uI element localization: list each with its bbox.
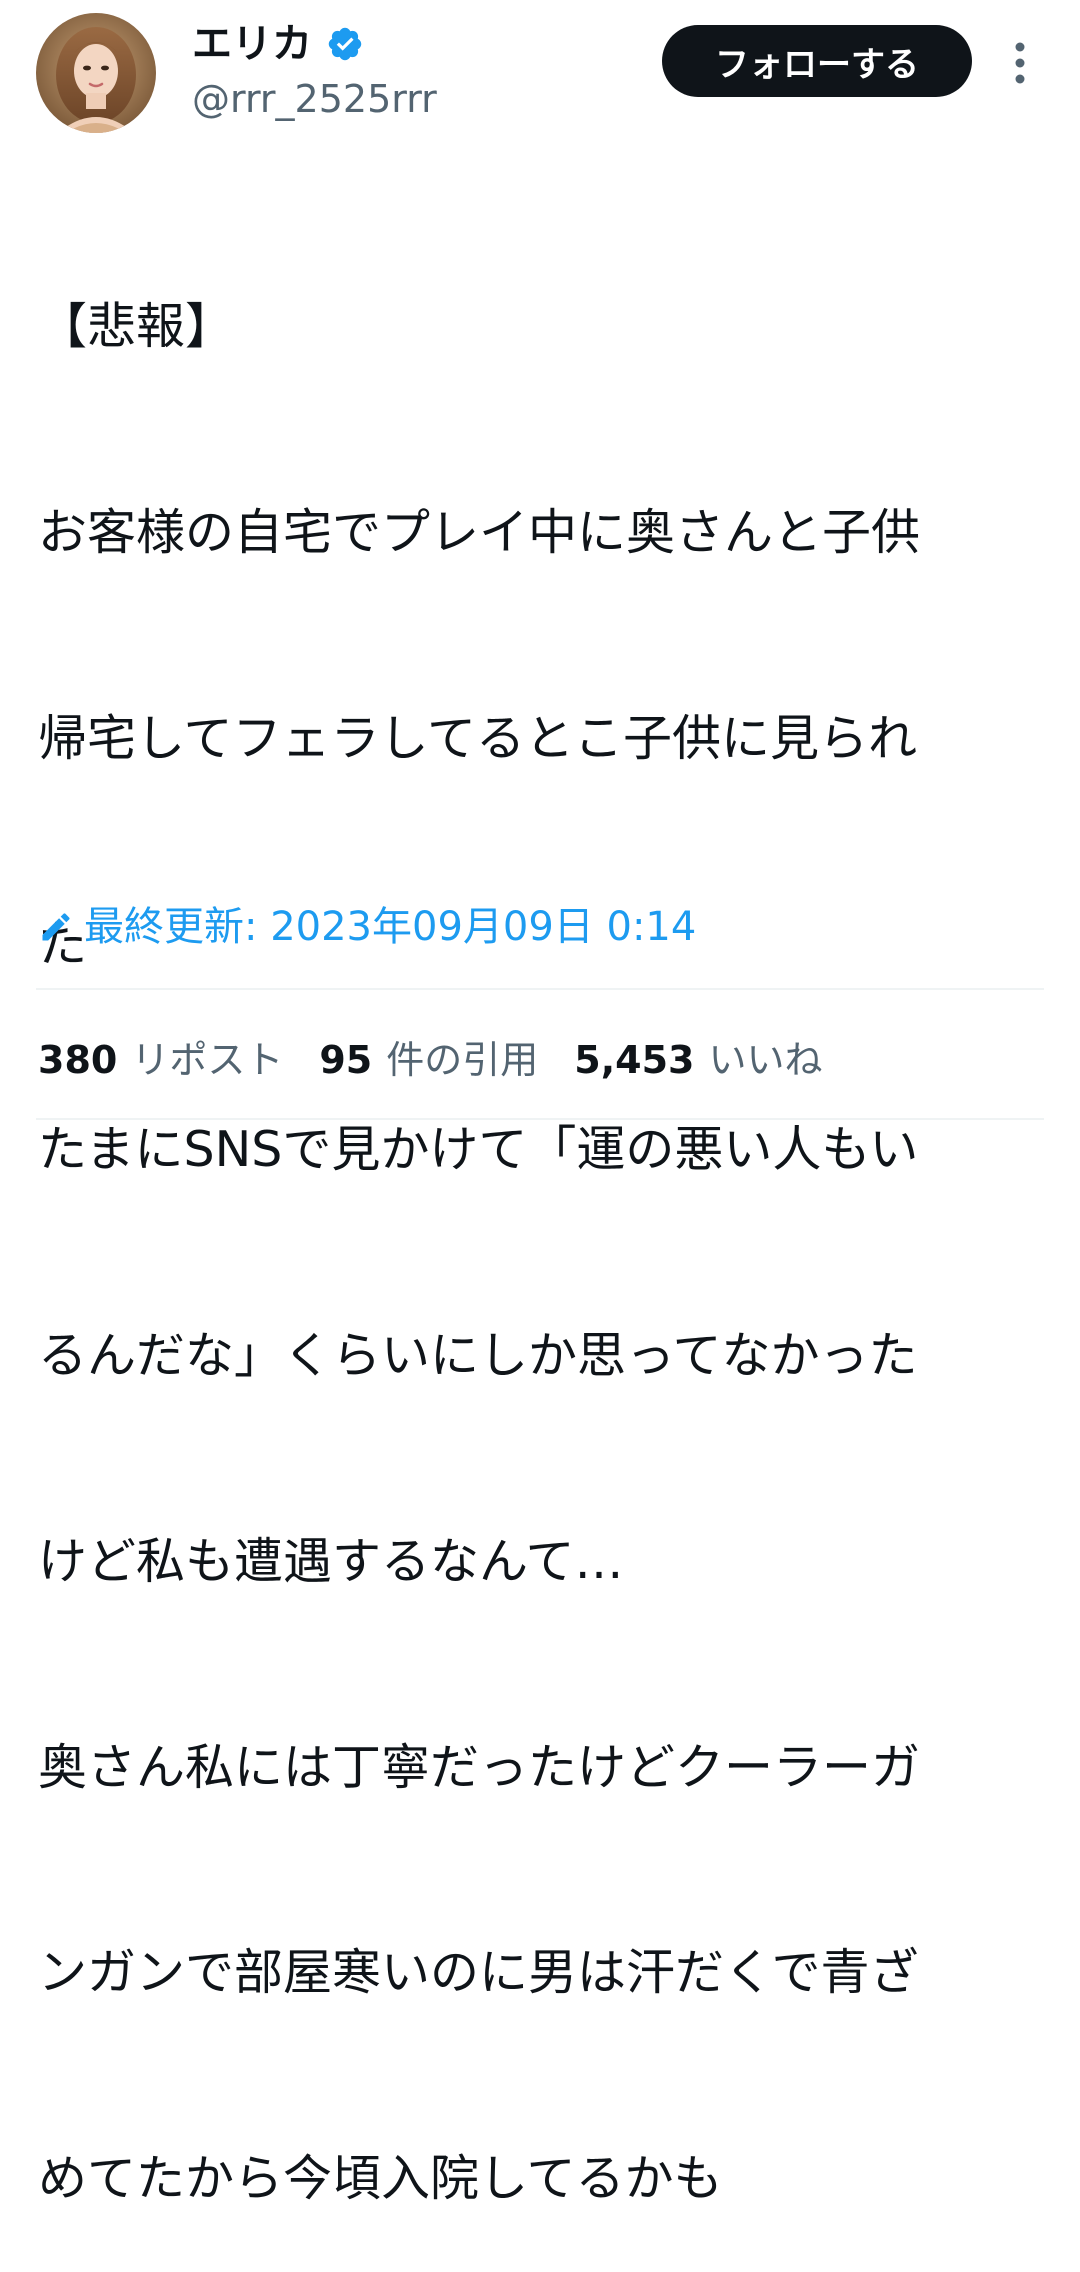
divider <box>36 1118 1044 1120</box>
quotes-stat[interactable]: 95 件の引用 <box>319 1029 538 1084</box>
edited-label: 最終更新: <box>84 904 271 950</box>
divider <box>36 988 1044 990</box>
display-name[interactable]: エリカ <box>192 18 312 70</box>
edited-timestamp: 2023年09月09日 0:14 <box>270 904 697 950</box>
tweet-text-line: めてたから今頃入院してるかも <box>38 2150 723 2208</box>
reposts-count: 380 <box>38 1037 118 1082</box>
more-options-button[interactable] <box>1002 38 1038 88</box>
tweet-text-line: 帰宅してフェラしてるとこ子供に見られ <box>38 709 918 767</box>
likes-label: いいね <box>708 1037 823 1082</box>
more-vertical-icon <box>1015 42 1025 84</box>
likes-count: 5,453 <box>574 1037 695 1082</box>
edit-history-link[interactable]: 最終更新: 2023年09月09日 0:14 <box>38 898 696 956</box>
follow-button[interactable]: フォローする <box>662 25 972 97</box>
quotes-count: 95 <box>319 1037 373 1082</box>
display-name-row: エリカ <box>192 18 364 70</box>
reposts-label: リポスト <box>131 1037 284 1082</box>
avatar[interactable] <box>36 13 156 133</box>
tweet-text-line: たまにSNSで見かけて「運の悪い人もい <box>38 1121 919 1179</box>
likes-stat[interactable]: 5,453 いいね <box>574 1029 822 1084</box>
tweet-text: 【悲報】 お客様の自宅でプレイ中に奥さんと子供 帰宅してフェラしてるとこ子供に見… <box>38 156 1048 2272</box>
tweet-text-line: お客様の自宅でプレイ中に奥さんと子供 <box>38 503 921 561</box>
tweet-text-line: ンガンで部屋寒いのに男は汗だくで青ざ <box>38 1944 919 2002</box>
tweet-header: エリカ @rrr_2525rrr フォローする <box>0 0 1080 140</box>
profile-photo <box>36 13 156 133</box>
tweet-text-line: 奥さん私には丁寧だったけどクーラーガ <box>38 1738 921 1796</box>
user-handle[interactable]: @rrr_2525rrr <box>192 76 437 122</box>
tweet-text-line: 【悲報】 <box>38 298 235 356</box>
pencil-icon <box>42 913 70 941</box>
quotes-label: 件の引用 <box>386 1037 539 1082</box>
verified-badge-icon <box>328 27 362 61</box>
tweet-text-line: けど私も遭遇するなんて… <box>38 1532 624 1590</box>
tweet-text-line: るんだな」くらいにしか思ってなかった <box>38 1327 918 1385</box>
reposts-stat[interactable]: 380 リポスト <box>38 1029 283 1084</box>
engagement-stats: 380 リポスト 95 件の引用 5,453 いいね <box>38 1024 858 1088</box>
